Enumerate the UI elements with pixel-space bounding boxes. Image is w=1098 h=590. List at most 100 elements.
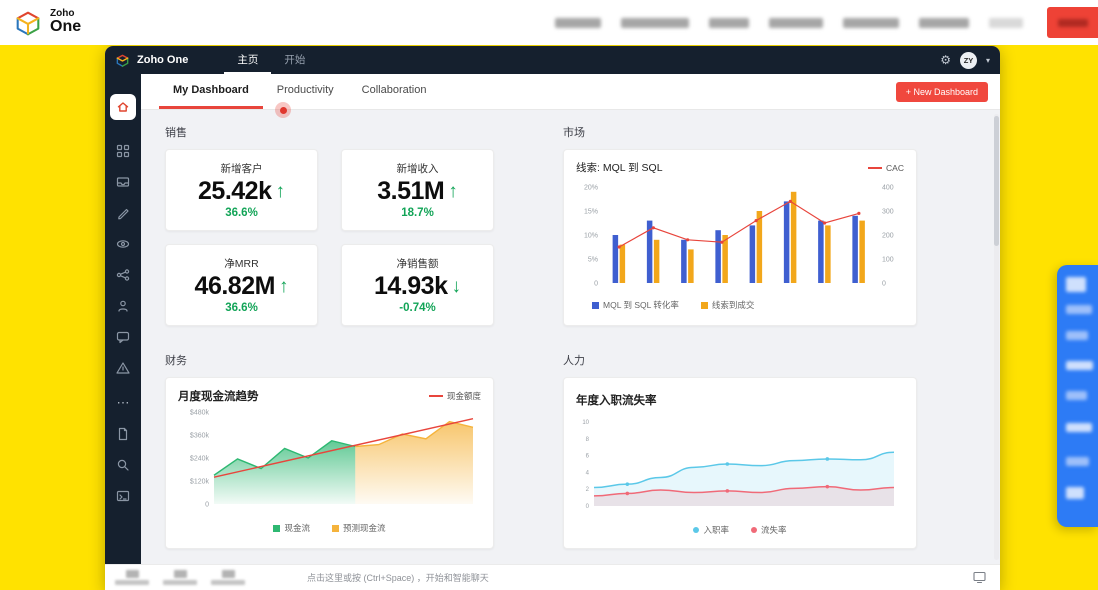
kpi-card-net-mrr[interactable]: 净MRR 46.82M↑ 36.6% xyxy=(165,244,318,326)
pen-icon xyxy=(116,206,130,220)
titlebar-right: ⚙ ZY ▾ xyxy=(940,52,990,69)
redacted-nav-item[interactable] xyxy=(621,18,689,28)
sidebar-item-views[interactable] xyxy=(109,229,137,258)
sidebar-item-apps[interactable] xyxy=(109,136,137,165)
chevron-down-icon[interactable]: ▾ xyxy=(986,56,990,65)
redacted-nav-item[interactable] xyxy=(919,18,969,28)
redacted-chat-tab[interactable] xyxy=(211,570,245,585)
site-nav-redacted xyxy=(555,0,1098,45)
tab-my-dashboard[interactable]: My Dashboard xyxy=(159,74,263,109)
sidebar-item-documents[interactable] xyxy=(109,419,137,448)
svg-text:300: 300 xyxy=(882,209,894,216)
kpi-label: 新增客户 xyxy=(221,161,263,176)
marketing-chart-title: 线索: MQL 到 SQL xyxy=(576,160,663,175)
blue-side-panel-redacted[interactable] xyxy=(1057,265,1098,527)
sidebar-item-alerts[interactable] xyxy=(109,353,137,382)
redacted-nav-item[interactable] xyxy=(555,18,601,28)
kpi-label: 净销售额 xyxy=(397,256,439,271)
svg-text:10: 10 xyxy=(582,420,589,426)
marketing-section-title: 市场 xyxy=(563,124,917,140)
finance-area-chart: $480k$360k$240k$120k0 xyxy=(178,404,483,516)
new-dashboard-button[interactable]: + New Dashboard xyxy=(896,82,988,102)
chat-input[interactable]: 点击这里或按 (Ctrl+Space) ，开始和智能聊天 xyxy=(307,571,489,584)
finance-chart-card[interactable]: 月度现金流趋势 现金额度 $480k$360k$240k$120k0 现金流 预… xyxy=(165,377,494,549)
kpi-value: 14.93k xyxy=(374,272,447,301)
kpi-delta: -0.74% xyxy=(399,302,435,314)
hr-chart-card[interactable]: 年度入职流失率 1086420 入职率 流失率 xyxy=(563,377,917,549)
svg-text:0: 0 xyxy=(594,281,598,288)
sidebar-item-network[interactable] xyxy=(109,260,137,289)
redacted-nav-item[interactable] xyxy=(989,18,1023,28)
legend-swatch-yellow xyxy=(701,302,708,309)
sales-section-title: 销售 xyxy=(165,124,494,140)
kpi-value: 25.42k xyxy=(198,177,271,206)
user-avatar[interactable]: ZY xyxy=(960,52,977,69)
svg-text:6: 6 xyxy=(586,454,590,460)
dashboard-tab-bar: My Dashboard Productivity Collaboration … xyxy=(141,74,1000,110)
legend-label: 入职率 xyxy=(703,524,729,536)
chat-bubble-icon xyxy=(116,330,130,344)
finance-chart-title: 月度现金流趋势 xyxy=(178,388,259,404)
finance-section-title: 财务 xyxy=(165,352,494,368)
cash-limit-legend-label: 现金额度 xyxy=(447,390,481,402)
dashboard-main: My Dashboard Productivity Collaboration … xyxy=(141,74,1000,564)
legend-label: 现金流 xyxy=(284,522,310,534)
sidebar-item-chat[interactable] xyxy=(109,322,137,351)
redacted-nav-item[interactable] xyxy=(843,18,899,28)
marketing-chart-card[interactable]: 线索: MQL 到 SQL CAC 05%10%15%20%0100200300… xyxy=(563,149,917,326)
tab-collaboration[interactable]: Collaboration xyxy=(348,74,441,109)
app-logo-icon xyxy=(115,53,130,68)
titlebar-tab-start[interactable]: 开始 xyxy=(271,46,318,74)
redacted-chat-tab[interactable] xyxy=(163,570,197,585)
sidebar-item-home[interactable] xyxy=(110,94,136,120)
legend-swatch-blue xyxy=(592,302,599,309)
search-icon xyxy=(116,458,130,472)
redacted-panel-item xyxy=(1066,457,1089,466)
tab-productivity[interactable]: Productivity xyxy=(263,74,348,109)
kpi-card-new-revenue[interactable]: 新增收入 3.51M↑ 18.7% xyxy=(341,149,494,231)
finance-legend: 现金流 预测现金流 xyxy=(178,522,481,534)
legend-label: 流失率 xyxy=(761,524,787,536)
zoho-cube-logo-icon xyxy=(13,8,43,38)
kpi-label: 新增收入 xyxy=(397,161,439,176)
legend-dot-red xyxy=(751,527,757,533)
legend-swatch-green xyxy=(273,525,280,532)
redacted-cta-button[interactable] xyxy=(1047,7,1098,38)
marketing-legend: MQL 到 SQL 转化率 线索到成交 xyxy=(592,299,904,311)
sidebar-item-people[interactable] xyxy=(109,291,137,320)
svg-text:0: 0 xyxy=(882,281,886,288)
chat-tabs-redacted xyxy=(115,570,245,585)
kpi-card-new-customers[interactable]: 新增客户 25.42k↑ 36.6% xyxy=(165,149,318,231)
titlebar-tabs: 主页 开始 xyxy=(224,46,318,74)
marketing-bar-chart: 05%10%15%20%0100200300400 xyxy=(576,175,906,293)
sidebar-item-console[interactable] xyxy=(109,481,137,510)
redacted-panel-item xyxy=(1066,391,1087,400)
inbox-icon xyxy=(116,175,130,189)
cash-limit-line-swatch xyxy=(429,395,443,397)
svg-text:$240k: $240k xyxy=(190,456,210,463)
arrow-down-icon: ↓ xyxy=(451,276,461,298)
svg-text:10%: 10% xyxy=(584,233,598,240)
svg-text:0: 0 xyxy=(205,502,209,509)
sidebar-item-search[interactable] xyxy=(109,450,137,479)
gear-icon[interactable]: ⚙ xyxy=(940,54,951,66)
sidebar-more-button[interactable]: ⋯ xyxy=(117,396,130,409)
kpi-card-net-sales[interactable]: 净销售额 14.93k↓ -0.74% xyxy=(341,244,494,326)
redacted-panel-item xyxy=(1066,487,1084,499)
svg-text:15%: 15% xyxy=(584,209,598,216)
sidebar-item-compose[interactable] xyxy=(109,198,137,227)
titlebar-tab-home[interactable]: 主页 xyxy=(224,46,271,74)
app-titlebar: Zoho One 主页 开始 ⚙ ZY ▾ xyxy=(105,46,1000,74)
svg-text:200: 200 xyxy=(882,233,894,240)
window-body: ⋯ My Dashboard Productivity Collaboratio… xyxy=(105,74,1000,564)
cac-legend: CAC xyxy=(868,163,904,173)
redacted-nav-item[interactable] xyxy=(769,18,823,28)
sidebar-item-inbox[interactable] xyxy=(109,167,137,196)
chat-window-icon[interactable] xyxy=(973,571,986,589)
redacted-chat-tab[interactable] xyxy=(115,570,149,585)
zoho-one-brand[interactable]: Zoho One xyxy=(13,8,81,38)
redacted-nav-item[interactable] xyxy=(709,18,749,28)
legend-label: 线索到成交 xyxy=(712,299,755,311)
svg-text:100: 100 xyxy=(882,257,894,264)
smart-chat-bar: 点击这里或按 (Ctrl+Space) ，开始和智能聊天 xyxy=(105,564,1000,590)
